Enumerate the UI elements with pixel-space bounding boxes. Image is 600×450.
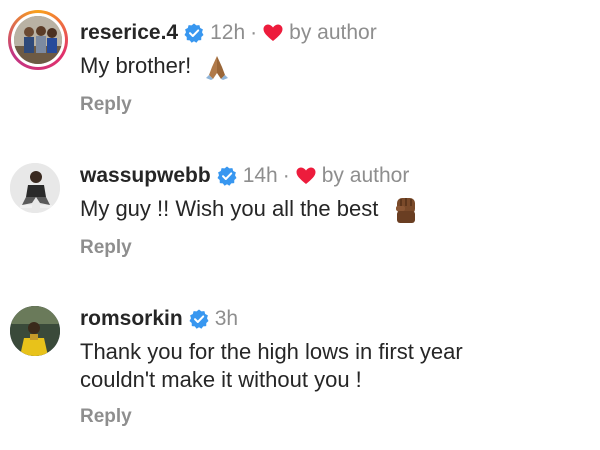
verified-badge-icon: [184, 23, 204, 43]
comment-header: wassupwebb 14h · by author: [80, 163, 409, 189]
raised-fist-icon: [396, 198, 416, 224]
comment-header: romsorkin 3h: [80, 306, 238, 332]
liked-by-author: by author: [289, 21, 377, 44]
comment-text: Thank you for the high lows in first yea…: [80, 338, 580, 394]
reply-button[interactable]: Reply: [80, 406, 132, 428]
comment-text: My brother!: [80, 52, 580, 81]
comment-body-line-2: couldn't make it without you !: [80, 367, 362, 392]
verified-badge-icon: [217, 166, 237, 186]
comment-body-line-1: Thank you for the high lows in first yea…: [80, 339, 463, 364]
avatar-photo: [10, 306, 60, 356]
comment-body: My brother!: [80, 53, 192, 78]
liked-by-author: by author: [321, 164, 410, 187]
heart-icon: [263, 24, 283, 41]
separator: ·: [282, 164, 290, 187]
comment-header: reserice.4 12h · by author: [80, 20, 377, 46]
timestamp: 14h: [242, 164, 278, 187]
avatar: [14, 16, 62, 64]
username[interactable]: wassupwebb: [80, 163, 211, 189]
username[interactable]: reserice.4: [80, 20, 178, 46]
reply-button[interactable]: Reply: [80, 94, 132, 116]
heart-icon: [296, 167, 316, 184]
reply-button[interactable]: Reply: [80, 237, 132, 259]
separator: ·: [250, 21, 258, 44]
timestamp: 3h: [214, 307, 239, 330]
comment-text: My guy !! Wish you all the best: [80, 195, 580, 225]
folded-hands-icon: [206, 56, 229, 81]
comment-body: My guy !! Wish you all the best: [80, 196, 379, 221]
avatar[interactable]: [10, 163, 60, 213]
avatar-photo: [10, 163, 60, 213]
timestamp: 12h: [210, 21, 246, 44]
verified-badge-icon: [189, 309, 209, 329]
avatar[interactable]: [10, 306, 60, 356]
avatar-story-ring[interactable]: [8, 10, 68, 70]
username[interactable]: romsorkin: [80, 306, 183, 332]
avatar-photo: [14, 16, 62, 64]
